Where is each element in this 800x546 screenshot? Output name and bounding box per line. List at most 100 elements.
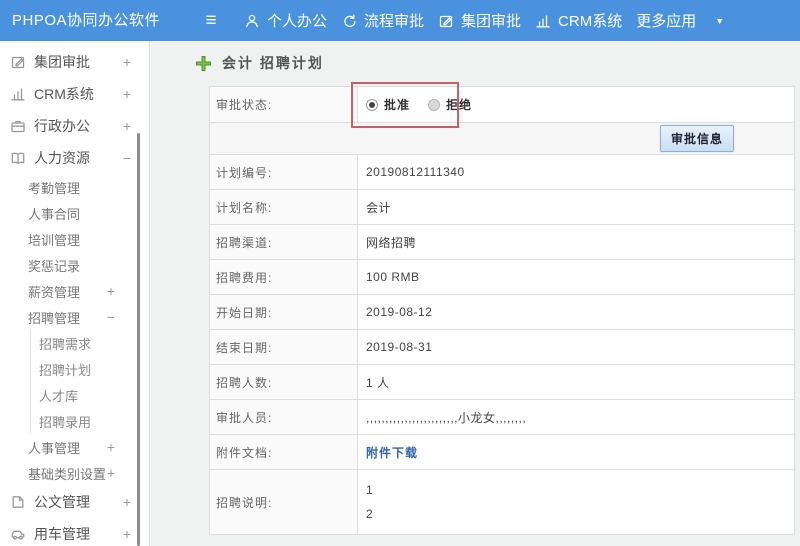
sidebar-item-label: 公文管理 — [34, 494, 90, 510]
expand-toggle-icon[interactable]: + — [123, 54, 131, 70]
row-value-cell: 会计 — [358, 190, 794, 224]
top-nav: ≡ 个人办公 流程审批 集团审批 CRM系统 更多应用 ▼ — [198, 0, 724, 41]
expand-toggle-icon[interactable]: + — [123, 494, 131, 510]
row-value-cell: 2019-08-12 — [358, 295, 794, 329]
status-label: 审批状态: — [210, 87, 358, 122]
sidebar-item-label: 集团审批 — [34, 54, 90, 70]
row-value-cell: 100 RMB — [358, 260, 794, 294]
row-label: 附件文档: — [210, 435, 358, 469]
status-options: 批准 拒绝 — [358, 87, 794, 122]
car-icon — [10, 526, 26, 542]
table-row: 招聘人数: 1 人 — [210, 365, 794, 400]
sidebar-item-人力资源[interactable]: 人力资源 − — [0, 142, 149, 174]
sidebar-item-label: 行政办公 — [34, 118, 90, 134]
row-value: 网络招聘 — [366, 235, 417, 250]
row-value-cell: 12 — [358, 470, 794, 534]
sidebar-item-薪资管理[interactable]: 薪资管理 + — [0, 278, 149, 304]
sidebar-item-奖惩记录[interactable]: 奖惩记录 — [0, 252, 149, 278]
expand-toggle-icon[interactable]: − — [107, 309, 115, 325]
expand-toggle-icon[interactable]: + — [123, 86, 131, 102]
sidebar-item-人事合同[interactable]: 人事合同 — [0, 200, 149, 226]
expand-toggle-icon[interactable]: + — [107, 465, 115, 481]
expand-toggle-icon[interactable]: + — [107, 439, 115, 455]
sidebar-item-label: 奖惩记录 — [28, 258, 81, 274]
sidebar-item-培训管理[interactable]: 培训管理 — [0, 226, 149, 252]
book-icon — [10, 150, 26, 166]
attachment-download-link[interactable]: 附件下载 — [366, 444, 418, 461]
sidebar-item-招聘需求[interactable]: 招聘需求 — [30, 330, 149, 356]
sidebar-item-label: 培训管理 — [28, 232, 81, 248]
sidebar-item-label: 基础类别设置 — [28, 466, 107, 482]
bar-chart-icon — [10, 86, 26, 102]
sidebar-item-label: 招聘计划 — [39, 362, 92, 378]
sidebar-item-label: 招聘录用 — [39, 414, 92, 430]
approve-radio-label: 批准 — [384, 98, 411, 112]
status-row: 审批状态: 批准 拒绝 — [210, 87, 794, 123]
row-label: 计划名称: — [210, 190, 358, 224]
description-line: 2 — [366, 507, 374, 521]
sidebar-item-招聘录用[interactable]: 招聘录用 — [30, 408, 149, 434]
row-value-cell: 2019-08-31 — [358, 330, 794, 364]
expand-toggle-icon[interactable]: − — [123, 150, 131, 166]
row-value: 2019-08-31 — [366, 340, 433, 354]
nav-item-2[interactable]: 流程审批 — [341, 10, 424, 31]
approve-radio[interactable] — [366, 98, 378, 111]
table-row: 招聘说明: 1 2 — [210, 470, 794, 534]
row-value: 1 人 — [366, 375, 390, 390]
menu-icon[interactable]: ≡ — [198, 10, 224, 32]
row-value: 100 RMB — [366, 270, 420, 284]
sidebar-item-label: CRM系统 — [34, 86, 94, 102]
sidebar-item-行政办公[interactable]: 行政办公 + — [0, 110, 149, 142]
sidebar-item-考勤管理[interactable]: 考勤管理 — [0, 174, 149, 200]
add-icon — [196, 55, 211, 71]
nav-item-3[interactable]: 集团审批 — [438, 10, 521, 31]
reject-radio-label: 拒绝 — [446, 98, 473, 112]
detail-table: 审批状态: 批准 拒绝 审批信息 计划编号: 20190812111340 计划名称… — [209, 86, 795, 535]
sidebar-item-label: 人事合同 — [28, 206, 81, 222]
row-label: 结束日期: — [210, 330, 358, 364]
sidebar-item-label: 招聘管理 — [28, 310, 81, 326]
nav-item-5[interactable]: 更多应用 ▼ — [636, 10, 724, 31]
edit-square-icon — [10, 54, 26, 70]
row-label: 招聘渠道: — [210, 225, 358, 259]
sidebar-item-人才库[interactable]: 人才库 — [30, 382, 149, 408]
sidebar-item-label: 薪资管理 — [28, 284, 81, 300]
table-row: 计划名称: 会计 — [210, 190, 794, 225]
person-icon — [244, 13, 260, 29]
description-line: 1 — [366, 483, 374, 497]
expand-toggle-icon[interactable]: + — [123, 118, 131, 134]
nav-item-label: CRM系统 — [558, 13, 623, 30]
nav-item-4[interactable]: CRM系统 — [535, 10, 622, 31]
nav-item-label: 流程审批 — [364, 13, 425, 30]
expand-toggle-icon[interactable]: + — [123, 526, 131, 542]
sidebar-scrollbar[interactable] — [137, 133, 140, 546]
table-row: 结束日期: 2019-08-31 — [210, 330, 794, 365]
row-label: 开始日期: — [210, 295, 358, 329]
sidebar-item-招聘计划[interactable]: 招聘计划 — [30, 356, 149, 382]
row-value: 20190812111340 — [366, 165, 465, 179]
sidebar-item-基础类别设置[interactable]: 基础类别设置 + — [0, 460, 149, 486]
row-label: 招聘费用: — [210, 260, 358, 294]
row-label: 计划编号: — [210, 155, 358, 189]
process-icon — [341, 13, 357, 29]
nav-item-1[interactable]: 个人办公 — [244, 10, 327, 31]
sidebar-item-人事管理[interactable]: 人事管理 + — [0, 434, 149, 460]
approve-info-button[interactable]: 审批信息 — [659, 125, 734, 152]
button-row: 审批信息 — [210, 123, 794, 155]
sidebar-item-label: 人力资源 — [34, 150, 90, 166]
sidebar-item-label: 考勤管理 — [28, 180, 81, 196]
sidebar-item-用车管理[interactable]: 用车管理 + — [0, 518, 149, 546]
table-row: 开始日期: 2019-08-12 — [210, 295, 794, 330]
reject-radio[interactable] — [428, 98, 441, 111]
sidebar-item-CRM系统[interactable]: CRM系统 + — [0, 78, 149, 110]
expand-toggle-icon[interactable]: + — [107, 283, 115, 299]
table-row: 计划编号: 20190812111340 — [210, 155, 794, 190]
briefcase-icon — [10, 118, 26, 134]
sidebar-item-公文管理[interactable]: 公文管理 + — [0, 486, 149, 518]
row-label: 审批人员: — [210, 400, 358, 434]
row-value: ,,,,,,,,,,,,,,,,,,,,,,,,小龙女,,,,,,,, — [366, 410, 527, 425]
row-label: 招聘说明: — [210, 470, 358, 534]
row-value-cell: 1 人 — [358, 365, 794, 399]
sidebar-item-集团审批[interactable]: 集团审批 + — [0, 46, 149, 78]
sidebar-item-招聘管理[interactable]: 招聘管理 − — [0, 304, 149, 330]
